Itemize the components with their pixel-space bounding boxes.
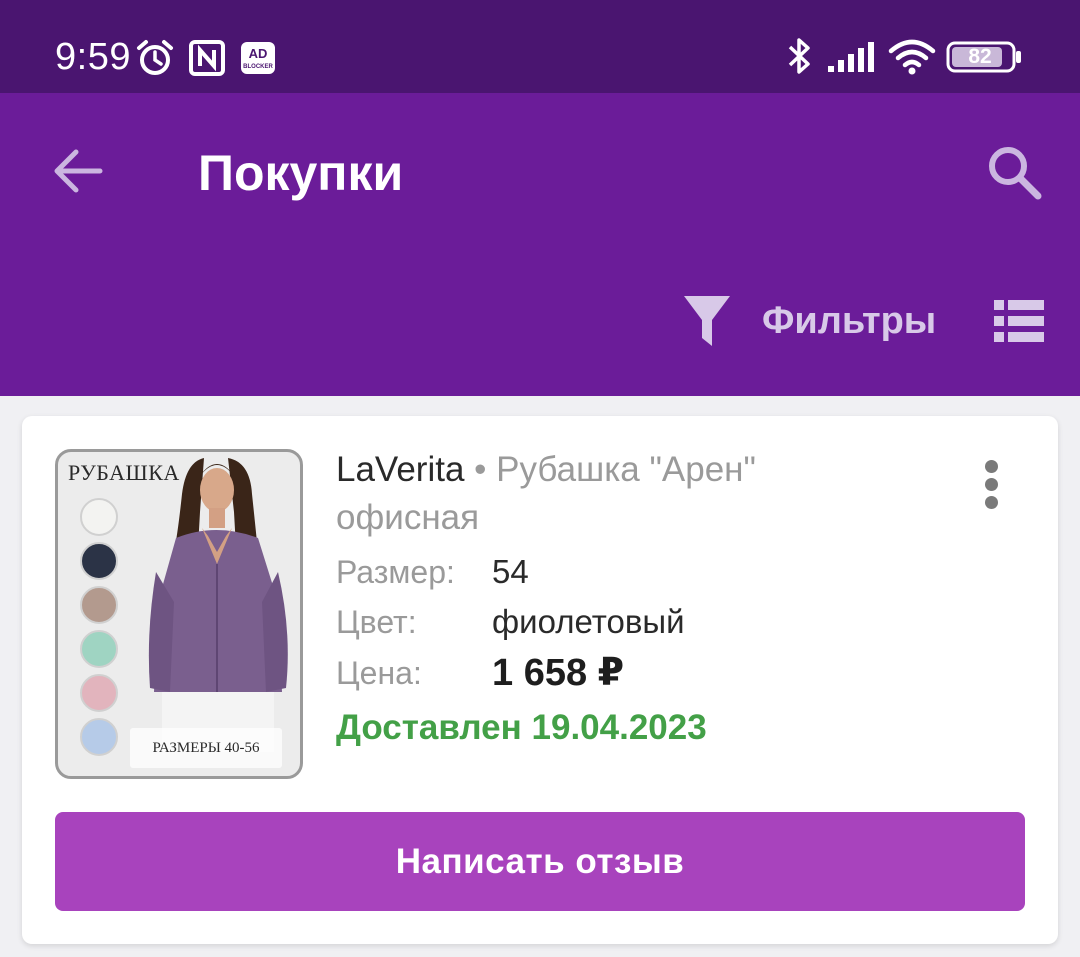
list-view-icon[interactable] bbox=[994, 300, 1044, 342]
product-title[interactable]: LaVerita • Рубашка "Арен" офисная bbox=[336, 446, 856, 542]
status-time: 9:59 bbox=[55, 36, 131, 78]
status-bar: 9:59 AD BLOCKER 82 bbox=[0, 0, 1080, 93]
color-swatch bbox=[80, 498, 118, 536]
size-label: Размер: bbox=[336, 554, 455, 590]
color-value: фиолетовый bbox=[492, 603, 685, 640]
order-card[interactable]: РУБАШКА РАЗМЕРЫ 40-56 LaVerita • Рубашка… bbox=[22, 416, 1058, 944]
brand-name: LaVerita bbox=[336, 450, 465, 489]
more-options-icon[interactable] bbox=[980, 458, 1004, 509]
color-swatch bbox=[80, 586, 118, 624]
model-illustration bbox=[148, 458, 288, 752]
wifi-icon bbox=[888, 39, 936, 75]
bluetooth-icon bbox=[788, 38, 810, 74]
product-image-sizes: РАЗМЕРЫ 40-56 bbox=[130, 728, 282, 768]
color-swatch bbox=[80, 674, 118, 712]
nfc-icon bbox=[189, 40, 225, 76]
write-review-button[interactable]: Написать отзыв bbox=[55, 812, 1025, 911]
title-separator: • bbox=[474, 450, 487, 489]
battery-level: 82 bbox=[968, 45, 992, 68]
price-label: Цена: bbox=[336, 655, 422, 691]
size-value: 54 bbox=[492, 553, 529, 590]
filter-funnel-icon bbox=[684, 296, 730, 346]
color-swatch bbox=[80, 718, 118, 756]
cell-signal-icon bbox=[828, 42, 874, 72]
search-icon[interactable] bbox=[986, 144, 1042, 200]
app-bar bbox=[0, 93, 1080, 396]
page-title: Покупки bbox=[198, 145, 404, 201]
color-swatch bbox=[80, 630, 118, 668]
color-swatch bbox=[80, 542, 118, 580]
filters-button[interactable]: Фильтры bbox=[680, 294, 940, 350]
ad-blocker-icon: AD BLOCKER bbox=[241, 42, 275, 74]
svg-text:BLOCKER: BLOCKER bbox=[243, 64, 273, 70]
color-label: Цвет: bbox=[336, 604, 417, 640]
back-arrow-icon[interactable] bbox=[52, 148, 104, 194]
svg-text:AD: AD bbox=[249, 46, 268, 61]
alarm-icon bbox=[137, 40, 173, 75]
price-value: 1 658 ₽ bbox=[492, 652, 625, 694]
delivery-status: Доставлен 19.04.2023 bbox=[336, 708, 707, 747]
product-image[interactable]: РУБАШКА РАЗМЕРЫ 40-56 bbox=[55, 449, 303, 779]
filters-label: Фильтры bbox=[762, 300, 937, 342]
